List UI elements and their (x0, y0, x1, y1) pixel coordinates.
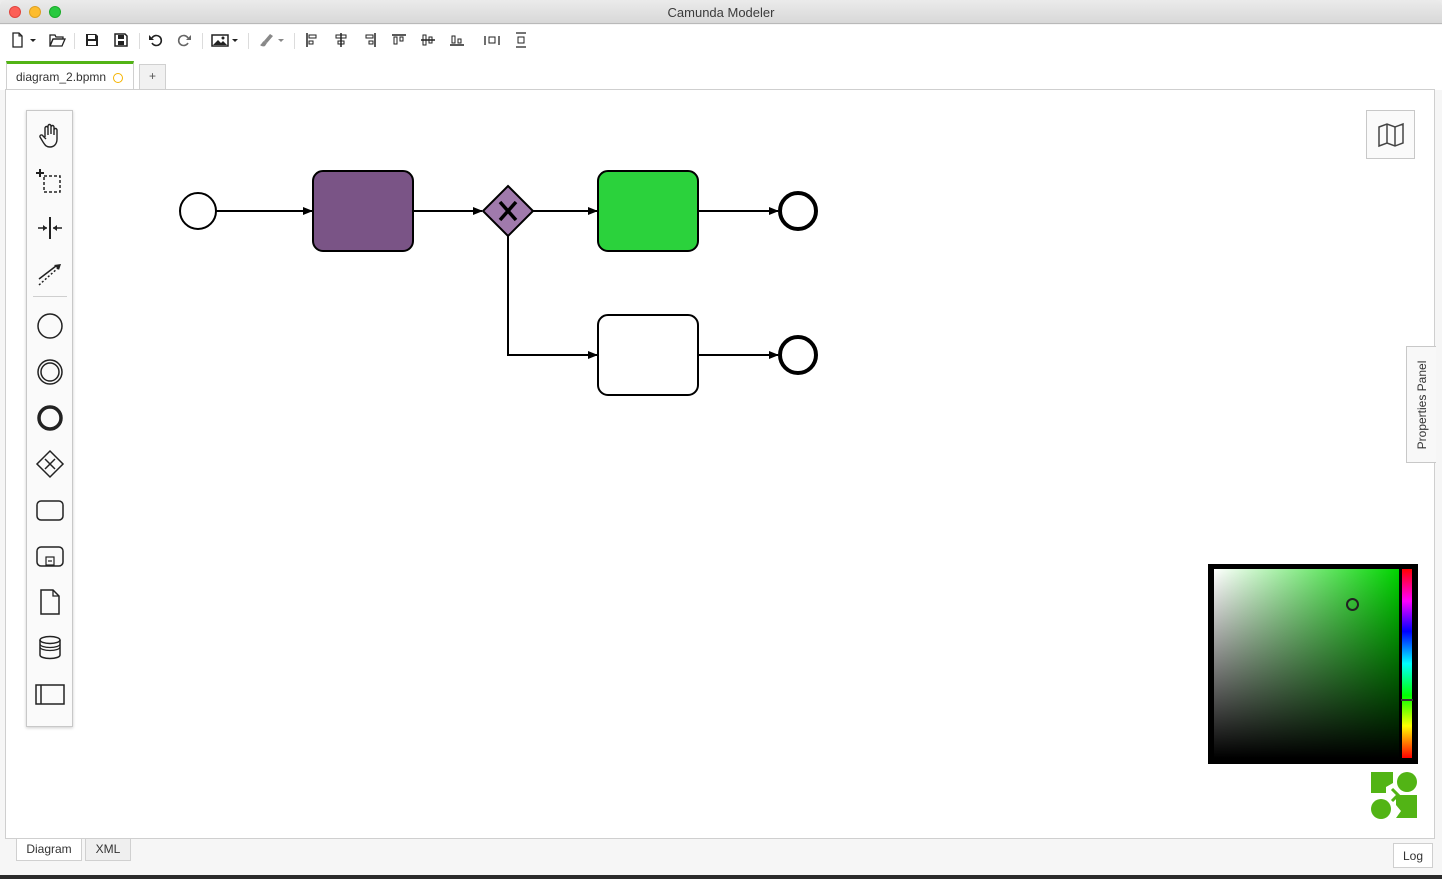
tool-palette (26, 110, 73, 727)
data-object-icon (40, 589, 60, 615)
save-icon (86, 34, 98, 46)
open-file-button[interactable] (47, 30, 67, 50)
gateway-icon (35, 449, 65, 479)
align-bottom-button[interactable] (447, 30, 467, 50)
task-icon (36, 500, 64, 521)
space-icon (38, 217, 62, 239)
color-selection-cursor[interactable] (1346, 598, 1359, 611)
image-icon (211, 34, 238, 47)
space-tool[interactable] (33, 211, 67, 245)
align-center-button[interactable] (331, 30, 351, 50)
align-top-button[interactable] (389, 30, 409, 50)
save-as-button[interactable] (111, 30, 131, 50)
hue-slider-handle[interactable] (1401, 699, 1413, 701)
log-toggle-button[interactable]: Log (1393, 843, 1433, 868)
properties-panel-label: Properties Panel (1414, 360, 1429, 449)
map-icon (1377, 122, 1404, 147)
save-button[interactable] (82, 30, 102, 50)
color-button[interactable] (256, 30, 286, 50)
hue-slider[interactable] (1401, 569, 1413, 758)
export-image-button[interactable] (210, 30, 240, 50)
task-purple[interactable] (312, 170, 414, 252)
align-left-icon (306, 33, 317, 47)
diagram-canvas[interactable]: Properties Panel (5, 89, 1436, 839)
create-pool[interactable] (33, 677, 67, 711)
hand-tool[interactable] (33, 119, 67, 153)
tab-diagram-file[interactable]: diagram_2.bpmn (6, 61, 134, 90)
undo-icon (149, 34, 163, 47)
redo-button[interactable] (174, 30, 194, 50)
create-intermediate-event[interactable] (33, 355, 67, 389)
align-right-button[interactable] (360, 30, 380, 50)
align-right-icon (365, 33, 376, 47)
create-task[interactable] (33, 493, 67, 527)
window-bottom-edge (0, 875, 1442, 879)
lasso-icon (36, 169, 61, 193)
bpmn-io-logo (1371, 772, 1417, 819)
tab-label: diagram_2.bpmn (16, 70, 107, 84)
color-saturation-value-area[interactable] (1214, 569, 1399, 758)
color-picker (1208, 564, 1418, 764)
distribute-vertical-button[interactable] (511, 30, 531, 50)
minimap-toggle-button[interactable] (1366, 110, 1415, 159)
create-data-store[interactable] (33, 631, 67, 665)
distribute-vertical-icon (516, 32, 526, 48)
end-event-icon (37, 405, 63, 431)
intermediate-event-icon (37, 359, 63, 385)
create-data-object[interactable] (33, 585, 67, 619)
connect-icon (38, 264, 61, 286)
file-tab-bar: diagram_2.bpmn + (0, 55, 1442, 90)
end-event[interactable] (778, 191, 818, 231)
align-center-icon (335, 33, 347, 47)
create-start-event[interactable] (33, 309, 67, 343)
add-tab-button[interactable]: + (139, 64, 166, 90)
sequence-flow[interactable] (507, 236, 598, 359)
task-white[interactable] (597, 314, 699, 396)
new-file-button[interactable] (8, 30, 38, 50)
paint-brush-icon (260, 34, 284, 47)
window-title: Camunda Modeler (667, 5, 775, 20)
app-window: Camunda Modeler diagram_2.bpmn + Propert… (0, 0, 1442, 879)
task-green[interactable] (597, 170, 699, 252)
folder-open-icon (49, 34, 66, 47)
undo-button[interactable] (146, 30, 166, 50)
subprocess-icon (36, 546, 64, 567)
create-end-event[interactable] (33, 401, 67, 435)
align-middle-icon (421, 34, 435, 46)
toolbar (0, 25, 1442, 55)
bottom-bar: Diagram XML Log (0, 839, 1442, 879)
pool-icon (35, 684, 65, 705)
save-all-icon (114, 33, 128, 47)
end-event[interactable] (778, 335, 818, 375)
align-bottom-icon (450, 35, 464, 46)
create-subprocess[interactable] (33, 539, 67, 573)
redo-icon (177, 34, 191, 47)
start-event[interactable] (179, 192, 217, 230)
align-top-icon (392, 34, 406, 45)
align-middle-button[interactable] (418, 30, 438, 50)
distribute-horizontal-button[interactable] (482, 30, 502, 50)
unsaved-indicator-icon (113, 73, 123, 83)
global-connect-tool[interactable] (33, 257, 67, 291)
start-event-icon (37, 313, 63, 339)
title-bar: Camunda Modeler (0, 0, 1442, 24)
tab-diagram-view[interactable]: Diagram (16, 839, 82, 861)
new-file-icon (12, 32, 36, 48)
distribute-horizontal-icon (484, 36, 500, 45)
tab-xml-view[interactable]: XML (85, 839, 131, 861)
lasso-tool[interactable] (33, 165, 67, 199)
data-store-icon (39, 635, 61, 660)
align-left-button[interactable] (302, 30, 322, 50)
hand-icon (39, 123, 58, 148)
create-exclusive-gateway[interactable] (33, 447, 67, 481)
properties-panel-toggle[interactable]: Properties Panel (1406, 346, 1436, 463)
